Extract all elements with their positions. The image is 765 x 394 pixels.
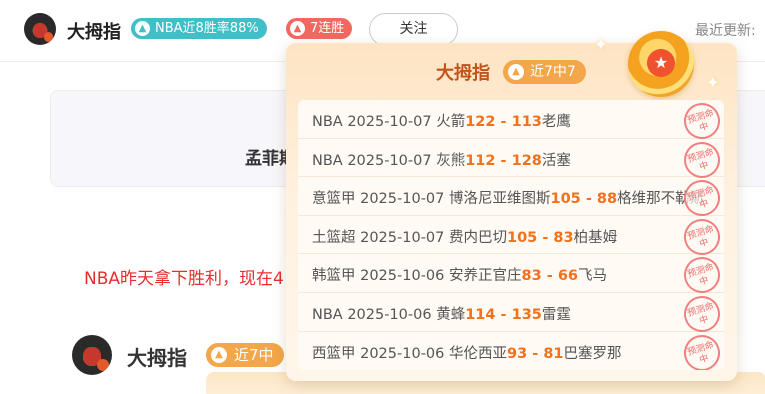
hit-stamp-icon: 预测命中 bbox=[679, 214, 724, 260]
match-home-score: 112 bbox=[465, 152, 496, 169]
match-home-score: 122 bbox=[465, 114, 496, 130]
match-score-separator: - bbox=[580, 191, 597, 208]
article-summary-text: NBA昨天拿下胜利，现在4 bbox=[84, 269, 284, 289]
arrow-up-icon: ▲ bbox=[135, 21, 150, 36]
author-avatar[interactable] bbox=[24, 13, 56, 45]
avatar-ball bbox=[43, 32, 54, 42]
match-date: 2025-10-07 bbox=[347, 114, 432, 130]
hit-stamp-icon: 预测命中 bbox=[679, 291, 724, 337]
hit-stamp-icon: 预测命中 bbox=[679, 329, 724, 370]
match-score-separator: - bbox=[537, 229, 554, 246]
match-home-team: 灰熊 bbox=[436, 152, 466, 169]
match-away-team: 雷霆 bbox=[541, 306, 571, 323]
match-score-separator: - bbox=[495, 114, 512, 130]
winrate-badge[interactable]: ▲ NBA近8胜率88% bbox=[131, 18, 267, 39]
match-away-team: 柏基姆 bbox=[573, 229, 618, 246]
hit-stamp-icon: 预测命中 bbox=[679, 175, 724, 221]
match-home-score: 114 bbox=[465, 306, 496, 323]
match-date: 2025-10-06 bbox=[360, 345, 445, 362]
match-row[interactable]: NBA 2025-10-06 黄蜂114 - 135雷霆 预测命中 bbox=[298, 291, 724, 337]
match-score-separator: - bbox=[495, 306, 512, 323]
popover-record-badge-label: 近7中7 bbox=[530, 64, 576, 80]
streak-badge[interactable]: ▲ 7连胜 bbox=[286, 18, 353, 39]
match-text: 韩篮甲 2025-10-06 安养正官庄83 - 66飞马 bbox=[312, 264, 607, 285]
hit-stamp-icon: 预测命中 bbox=[679, 136, 724, 183]
match-away-score: 128 bbox=[511, 152, 542, 169]
match-league: 西篮甲 bbox=[312, 345, 356, 362]
author-name[interactable]: 大拇指 bbox=[67, 18, 121, 44]
match-home-team: 黄蜂 bbox=[436, 306, 466, 323]
popover-title: 大拇指 bbox=[436, 63, 490, 84]
record-popover: ✦ ✦ ★ 大拇指 ▲ 近7中7 NBA 2025-10-07 火箭122 - … bbox=[286, 31, 737, 381]
match-league: 意篮甲 bbox=[312, 191, 356, 208]
arrow-up-icon: ▲ bbox=[211, 347, 227, 363]
match-league: NBA bbox=[312, 152, 343, 169]
match-score-separator: - bbox=[495, 152, 512, 169]
follow-button[interactable]: 关注 bbox=[369, 13, 458, 46]
match-away-score: 83 bbox=[553, 229, 574, 246]
match-home-team: 博洛尼亚维图斯 bbox=[449, 191, 551, 208]
author-avatar-secondary[interactable] bbox=[72, 335, 112, 375]
match-league: NBA bbox=[312, 114, 343, 130]
sparkle-icon: ✦ bbox=[706, 73, 720, 92]
match-row[interactable]: 土篮超 2025-10-07 费内巴切105 - 83柏基姆 预测命中 bbox=[298, 214, 724, 260]
match-row[interactable]: NBA 2025-10-07 火箭122 - 113老鹰 预测命中 bbox=[298, 100, 724, 144]
match-away-team: 巴塞罗那 bbox=[563, 345, 622, 362]
winrate-badge-label: NBA近8胜率88% bbox=[155, 21, 259, 36]
match-league: NBA bbox=[312, 306, 343, 323]
sparkle-icon: ✦ bbox=[594, 35, 608, 54]
match-text: 土篮超 2025-10-07 费内巴切105 - 83柏基姆 bbox=[312, 226, 617, 247]
match-row[interactable]: NBA 2025-10-07 灰熊112 - 128活塞 预测命中 bbox=[298, 136, 724, 183]
match-away-score: 113 bbox=[511, 114, 542, 130]
match-home-score: 83 bbox=[521, 268, 542, 285]
match-home-score: 105 bbox=[550, 191, 581, 208]
match-text: 西篮甲 2025-10-06 华伦西亚93 - 81巴塞罗那 bbox=[312, 342, 622, 363]
match-home-team: 华伦西亚 bbox=[449, 345, 507, 362]
match-away-score: 81 bbox=[543, 345, 564, 362]
match-away-score: 135 bbox=[511, 306, 542, 323]
match-away-team: 活塞 bbox=[541, 152, 571, 169]
match-date: 2025-10-07 bbox=[347, 152, 432, 169]
match-list: NBA 2025-10-07 火箭122 - 113老鹰 预测命中 NBA 2025… bbox=[298, 100, 724, 370]
match-home-team: 费内巴切 bbox=[449, 229, 507, 246]
match-row[interactable]: 韩篮甲 2025-10-06 安养正官庄83 - 66飞马 预测命中 bbox=[298, 252, 724, 299]
match-score-separator: - bbox=[541, 268, 558, 285]
arrow-up-icon: ▲ bbox=[508, 64, 524, 80]
match-away-score: 66 bbox=[557, 268, 578, 285]
record-badge-secondary[interactable]: ▲ 近7中 bbox=[206, 343, 284, 367]
match-league: 土篮超 bbox=[312, 229, 356, 246]
match-away-score: 88 bbox=[596, 191, 618, 208]
match-text: NBA 2025-10-06 黄蜂114 - 135雷霆 bbox=[312, 303, 571, 324]
match-away-team: 老鹰 bbox=[541, 114, 571, 130]
record-badge-secondary-label: 近7中 bbox=[234, 346, 274, 364]
match-date: 2025-10-06 bbox=[347, 306, 432, 323]
hit-stamp-icon: 预测命中 bbox=[679, 252, 724, 299]
match-date: 2025-10-06 bbox=[360, 268, 445, 285]
arrow-up-icon: ▲ bbox=[290, 21, 305, 36]
match-home-score: 93 bbox=[507, 345, 528, 362]
match-row[interactable]: 西篮甲 2025-10-06 华伦西亚93 - 81巴塞罗那 预测命中 bbox=[298, 329, 724, 370]
author-name-secondary[interactable]: 大拇指 bbox=[127, 342, 187, 371]
hit-stamp-icon: 预测命中 bbox=[679, 100, 724, 144]
streak-badge-label: 7连胜 bbox=[310, 21, 345, 36]
match-home-team: 安养正官庄 bbox=[449, 268, 522, 285]
match-row[interactable]: 意篮甲 2025-10-07 博洛尼亚维图斯105 - 88格维那不勒斯 预测命中 bbox=[298, 175, 724, 221]
match-home-score: 105 bbox=[507, 229, 538, 246]
match-away-team: 飞马 bbox=[578, 268, 607, 285]
match-home-team: 火箭 bbox=[436, 114, 466, 130]
popover-record-badge: ▲ 近7中7 bbox=[503, 60, 586, 84]
star-icon: ★ bbox=[647, 49, 675, 77]
match-league: 韩篮甲 bbox=[312, 268, 356, 285]
match-text: 意篮甲 2025-10-07 博洛尼亚维图斯105 - 88格维那不勒斯 bbox=[312, 187, 704, 208]
avatar-ball bbox=[96, 359, 109, 371]
match-text: NBA 2025-10-07 灰熊112 - 128活塞 bbox=[312, 149, 571, 170]
page: 大拇指 ▲ NBA近8胜率88% ▲ 7连胜 关注 最近更新: 孟菲斯 NBA昨… bbox=[0, 0, 765, 394]
match-score-separator: - bbox=[527, 345, 544, 362]
match-text: NBA 2025-10-07 火箭122 - 113老鹰 bbox=[312, 110, 571, 131]
star-medal-icon: ★ bbox=[628, 31, 694, 97]
last-update-label: 最近更新: bbox=[695, 23, 756, 39]
match-date: 2025-10-07 bbox=[360, 229, 445, 246]
match-date: 2025-10-07 bbox=[360, 191, 445, 208]
